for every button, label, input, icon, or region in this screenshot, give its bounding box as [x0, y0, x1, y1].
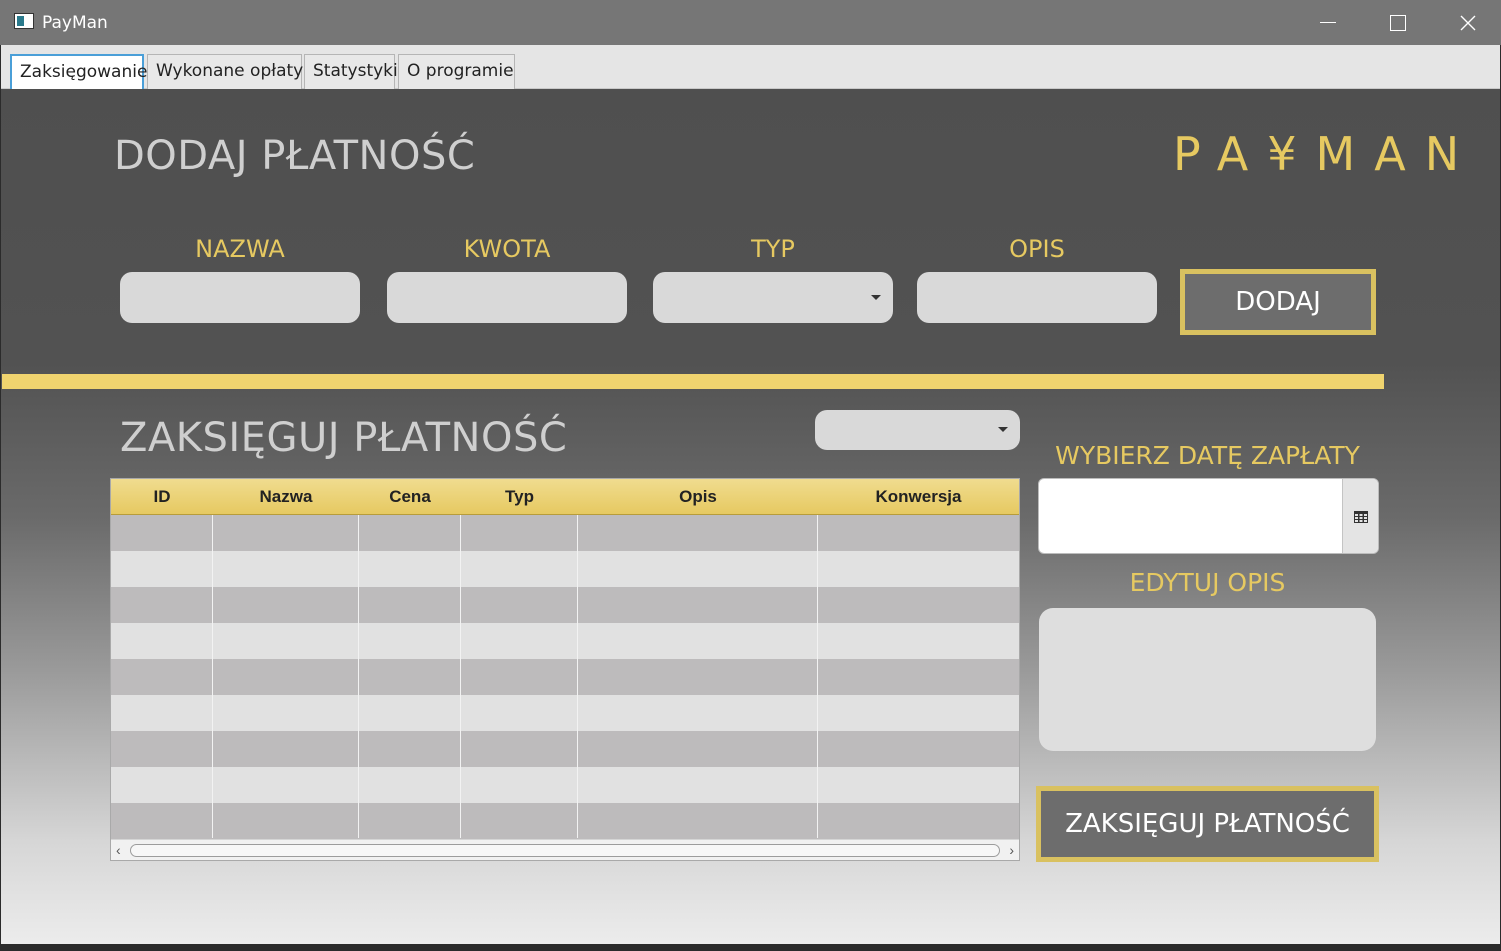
filter-select[interactable]: [815, 410, 1020, 450]
horizontal-scrollbar[interactable]: ‹ ›: [111, 840, 1019, 860]
column-header-opis[interactable]: Opis: [578, 487, 818, 507]
chevron-down-icon: [871, 295, 881, 300]
tab-zaksiegowanie[interactable]: Zaksięgowanie: [10, 54, 147, 89]
app-icon: [14, 13, 34, 29]
type-label: TYP: [751, 235, 795, 263]
column-divider: [212, 515, 213, 838]
column-divider: [817, 515, 818, 838]
column-header-typ[interactable]: Typ: [461, 487, 578, 507]
table-row[interactable]: [111, 515, 1019, 551]
column-header-cena[interactable]: Cena: [359, 487, 461, 507]
payment-date-picker[interactable]: [1038, 478, 1379, 554]
payment-date-label: WYBIERZ DATĘ ZAPŁATY: [1055, 441, 1360, 470]
maximize-button[interactable]: [1362, 0, 1432, 45]
table-header: ID Nazwa Cena Typ Opis Konwersja: [111, 479, 1019, 515]
name-field[interactable]: [120, 272, 360, 323]
table-row[interactable]: [111, 587, 1019, 623]
edit-description-label: EDYTUJ OPIS: [1129, 568, 1286, 597]
tab-bar: Zaksięgowanie Wykonane opłaty Statystyki…: [1, 45, 1500, 89]
edit-description-field[interactable]: [1039, 608, 1376, 751]
tab-o-programie[interactable]: O programie: [398, 54, 515, 89]
scroll-left-icon[interactable]: ‹: [116, 842, 121, 858]
calendar-icon: [1354, 511, 1368, 523]
section-divider: [2, 374, 1384, 389]
scrollbar-thumb[interactable]: [130, 844, 1000, 857]
type-select[interactable]: [653, 272, 893, 323]
post-payment-title: ZAKSIĘGUJ PŁATNOŚĆ: [120, 415, 568, 461]
amount-field[interactable]: [387, 272, 627, 323]
description-label: OPIS: [1009, 235, 1065, 263]
post-payment-button[interactable]: ZAKSIĘGUJ PŁATNOŚĆ: [1036, 786, 1379, 862]
table-row[interactable]: [111, 623, 1019, 659]
table-row[interactable]: [111, 695, 1019, 731]
add-payment-title: DODAJ PŁATNOŚĆ: [114, 133, 476, 179]
chevron-down-icon: [998, 427, 1008, 432]
minimize-button[interactable]: [1292, 0, 1362, 45]
close-button[interactable]: [1432, 0, 1501, 45]
column-header-konwersja[interactable]: Konwersja: [818, 487, 1019, 507]
description-field[interactable]: [917, 272, 1157, 323]
add-button[interactable]: DODAJ: [1180, 269, 1376, 335]
calendar-button[interactable]: [1342, 479, 1378, 553]
column-divider: [460, 515, 461, 838]
table-row[interactable]: [111, 551, 1019, 587]
table-row[interactable]: [111, 767, 1019, 803]
close-icon: [1460, 15, 1476, 31]
payman-logo: PA¥MAN: [1173, 127, 1479, 181]
window-title: PayMan: [42, 13, 108, 33]
column-header-id[interactable]: ID: [111, 487, 213, 507]
tab-wykonane-oplaty[interactable]: Wykonane opłaty: [147, 54, 303, 89]
taskbar-strip: [0, 944, 1501, 951]
table-row[interactable]: [111, 803, 1019, 839]
title-bar: PayMan: [0, 0, 1501, 45]
payments-table[interactable]: ID Nazwa Cena Typ Opis Konwersja ‹ ›: [110, 478, 1020, 861]
scroll-right-icon[interactable]: ›: [1009, 842, 1014, 858]
table-row[interactable]: [111, 731, 1019, 767]
column-header-nazwa[interactable]: Nazwa: [213, 487, 359, 507]
main-panel: DODAJ PŁATNOŚĆ PA¥MAN NAZWA KWOTA TYP OP…: [1, 89, 1500, 944]
tab-statystyki[interactable]: Statystyki: [304, 54, 398, 89]
column-divider: [577, 515, 578, 838]
table-row[interactable]: [111, 659, 1019, 695]
amount-label: KWOTA: [463, 235, 551, 263]
column-divider: [358, 515, 359, 838]
name-label: NAZWA: [195, 235, 285, 263]
